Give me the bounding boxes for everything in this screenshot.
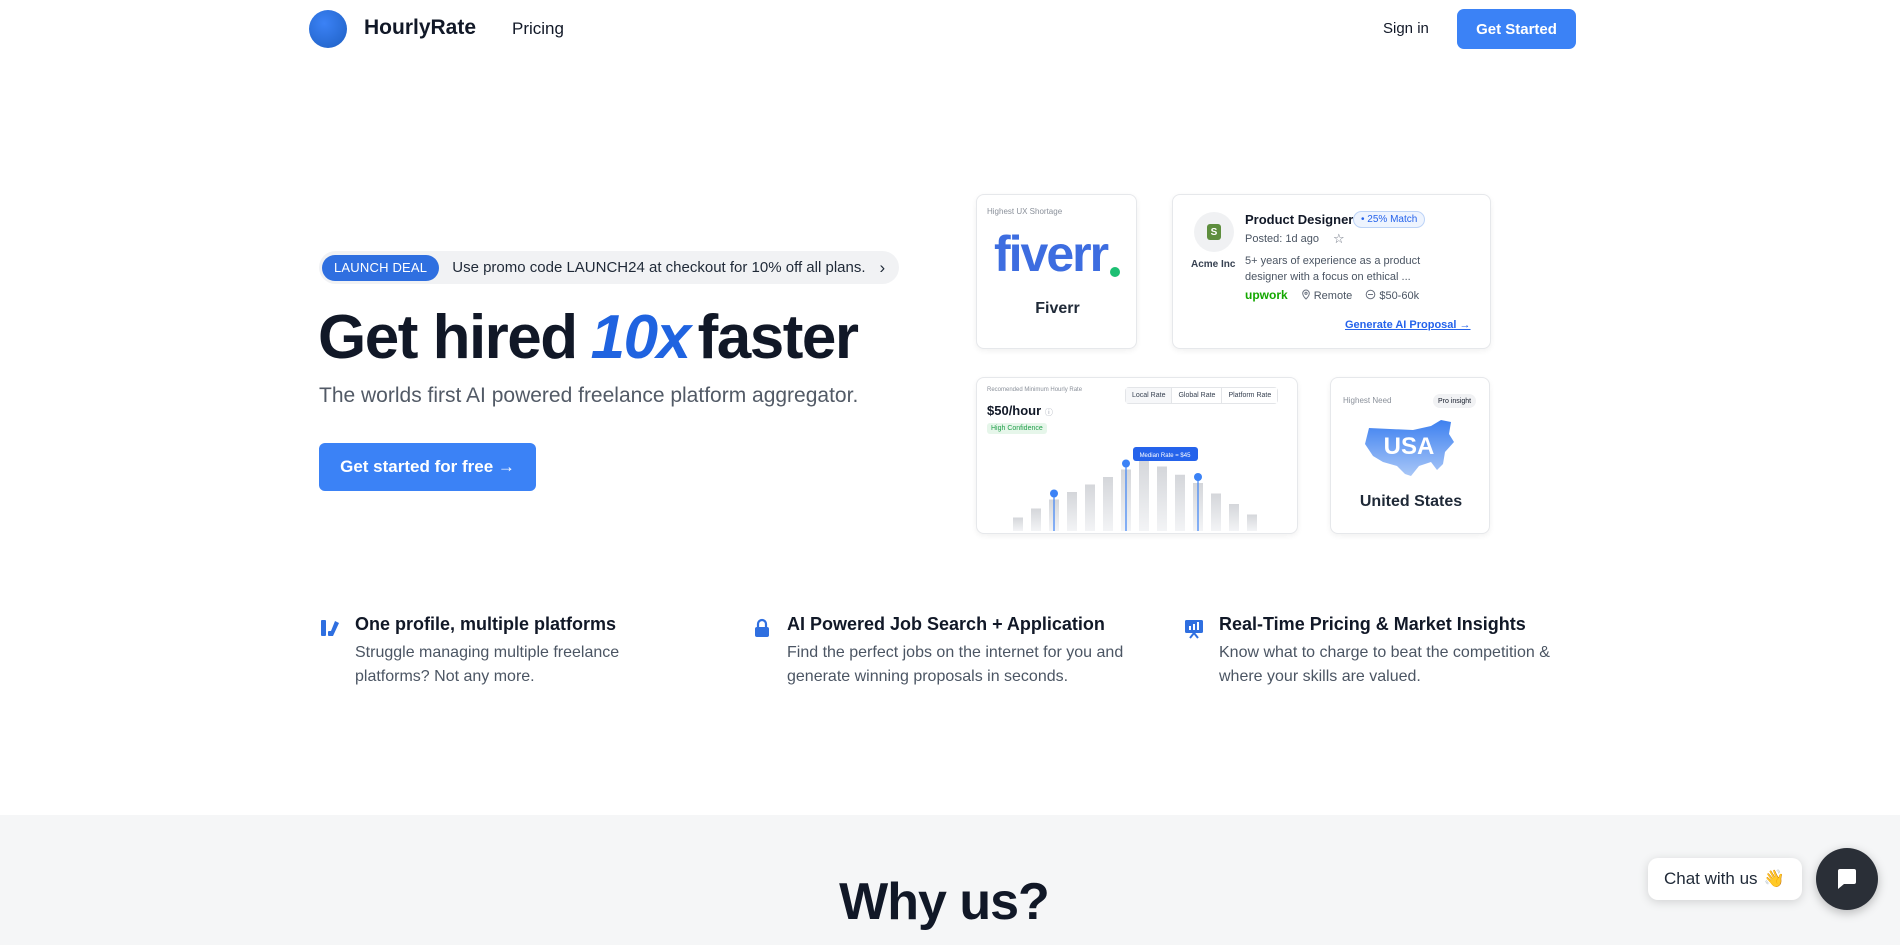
job-description: 5+ years of experience as a product desi… (1245, 255, 1421, 283)
job-card: S Acme Inc Product Designer • 25% Match … (1172, 194, 1491, 349)
hero-title-part2: faster (697, 303, 859, 372)
location-pin-icon (1301, 288, 1310, 300)
nav-pricing-link[interactable]: Pricing (512, 19, 564, 39)
job-salary-text: $50-60k (1379, 289, 1420, 302)
rate-bar (1103, 477, 1113, 531)
brand-logo-icon[interactable] (309, 10, 347, 48)
money-icon (1365, 289, 1376, 299)
usa-name: United States (1359, 493, 1463, 510)
rate-bar (1139, 458, 1149, 531)
feature-description: Find the perfect jobs on the internet fo… (787, 644, 1124, 685)
get-started-button[interactable]: Get Started (1457, 9, 1576, 49)
rate-bar (1031, 508, 1041, 531)
info-icon: ⓘ (1044, 408, 1053, 417)
highest-need-card: Highest Need Pro insight USA United Stat… (1330, 377, 1490, 534)
rate-bar (1175, 474, 1185, 531)
fiverr-logo: fiverr (994, 226, 1109, 282)
tab-platform-rate[interactable]: Platform Rate (1222, 388, 1278, 403)
generate-ai-proposal-link[interactable]: Generate AI Proposal → (1345, 319, 1471, 331)
median-rate-marker[interactable] (1122, 459, 1130, 468)
max-rate-marker[interactable] (1194, 473, 1202, 481)
chat-launcher-button[interactable] (1816, 848, 1878, 910)
sign-in-link[interactable]: Sign in (1383, 20, 1429, 37)
feature-title: Real-Time Pricing & Market Insights (1219, 614, 1526, 634)
usa-map-text: USA (1384, 433, 1435, 460)
rate-bar (1085, 484, 1095, 531)
company-logo-icon: S (1194, 212, 1234, 252)
brand-name[interactable]: HourlyRate (364, 16, 476, 40)
rate-bar (1229, 504, 1239, 531)
tab-local-rate[interactable]: Local Rate (1126, 388, 1173, 403)
rate-bar (1013, 517, 1023, 531)
rate-label: Recomended Minimum Hourly Rate (987, 387, 1083, 393)
min-rate-marker[interactable] (1050, 489, 1058, 498)
match-badge: • 25% Match (1353, 211, 1426, 228)
wave-icon: 👋 (1763, 869, 1785, 888)
chevron-right-icon: › (879, 257, 886, 277)
job-meta: upwork Remote $50-60k (1245, 288, 1419, 302)
job-company: Acme Inc (1191, 259, 1236, 270)
feature-description: Know what to charge to beat the competit… (1219, 644, 1550, 685)
job-title: Product Designer (1245, 212, 1354, 227)
promo-text: Use promo code LAUNCH24 at checkout for … (452, 259, 866, 276)
star-icon[interactable]: ☆ (1333, 231, 1345, 247)
feature-title: AI Powered Job Search + Application (787, 614, 1105, 634)
rate-value-text: $50/hour (987, 403, 1042, 418)
tab-global-rate[interactable]: Global Rate (1172, 388, 1223, 403)
rate-bar (1247, 514, 1257, 531)
hourly-rate-card: Median Rate = $45 Recomended Minimum Hou… (976, 377, 1298, 534)
hero-title-part1: Get hired (318, 303, 578, 372)
rate-value: $50/hour ⓘ (987, 403, 1053, 418)
median-tooltip-text: Median Rate = $45 (1140, 453, 1192, 459)
job-posted: Posted: 1d ago (1245, 233, 1320, 245)
confidence-badge: High Confidence (987, 423, 1047, 434)
launch-deal-badge: LAUNCH DEAL (322, 254, 440, 281)
promo-banner[interactable]: LAUNCH DEAL Use promo code LAUNCH24 at c… (319, 251, 899, 284)
hero-title: Get hired 10x faster (318, 302, 859, 373)
fiverr-logo-dot-icon (1110, 267, 1120, 277)
platforms-icon (321, 620, 339, 636)
top-nav: HourlyRate Pricing Sign in Get Started (0, 0, 1900, 58)
job-location: Remote (1301, 288, 1353, 302)
job-location-text: Remote (1313, 289, 1353, 302)
chat-bubble-icon (1838, 869, 1856, 889)
why-us-title: Why us? (839, 873, 1050, 931)
fiverr-name: Fiverr (1035, 300, 1080, 317)
rate-bar (1211, 493, 1221, 531)
usa-card-label: Highest Need (1343, 396, 1392, 405)
rate-bar (1157, 466, 1167, 531)
get-started-free-button[interactable]: Get started for free → (319, 443, 536, 491)
feature-title: One profile, multiple platforms (355, 614, 617, 634)
chat-with-us-pill[interactable]: Chat with us 👋 (1648, 858, 1802, 900)
upwork-logo: upwork (1245, 288, 1288, 302)
usa-map-icon: USA (1365, 420, 1454, 476)
hero-subtitle: The worlds first AI powered freelance pl… (319, 384, 859, 407)
lock-icon (755, 618, 769, 637)
pro-insight-badge: Pro insight (1433, 394, 1477, 408)
fiverr-card: Highest UX Shortage fiverr Fiverr (976, 194, 1137, 349)
hero-title-accent: 10x (590, 303, 691, 372)
chart-presentation-icon (1185, 620, 1203, 639)
chat-label: Chat with us (1664, 869, 1758, 888)
job-salary: $50-60k (1365, 289, 1419, 302)
rate-tabs: Local Rate Global Rate Platform Rate (1125, 387, 1279, 404)
feature-description: Struggle managing multiple freelance pla… (355, 644, 620, 685)
rate-bar (1067, 492, 1077, 531)
fiverr-card-label: Highest UX Shortage (987, 207, 1063, 216)
